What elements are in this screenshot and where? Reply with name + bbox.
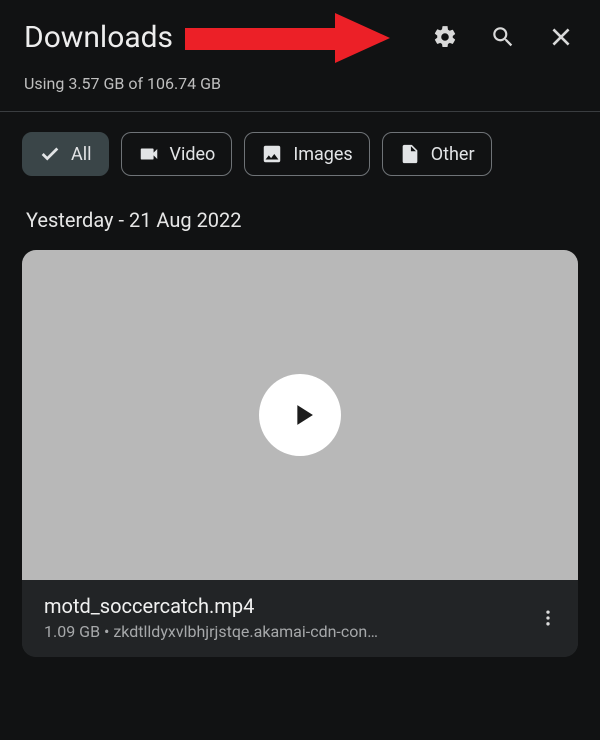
search-icon[interactable]: [484, 18, 522, 56]
storage-usage: Using 3.57 GB of 106.74 GB: [0, 62, 600, 111]
filter-label: All: [71, 144, 92, 165]
filter-other[interactable]: Other: [382, 132, 492, 176]
file-meta: 1.09 GB • zkdtlldyxvlbhjrjstqe.akamai-cd…: [44, 622, 528, 641]
play-button[interactable]: [259, 374, 341, 456]
filter-row: All Video Images Other: [0, 112, 600, 186]
filter-label: Images: [293, 144, 352, 165]
date-section-heading: Yesterday - 21 Aug 2022: [0, 186, 600, 250]
filter-label: Video: [170, 144, 216, 165]
file-icon: [399, 143, 421, 165]
download-card[interactable]: motd_soccercatch.mp4 1.09 GB • zkdtlldyx…: [22, 250, 578, 657]
filter-images[interactable]: Images: [244, 132, 369, 176]
image-icon: [261, 143, 283, 165]
close-icon[interactable]: [542, 18, 580, 56]
page-title: Downloads: [24, 20, 173, 55]
header-bar: Downloads: [0, 0, 600, 62]
video-icon: [138, 143, 160, 165]
more-options-icon[interactable]: [528, 598, 568, 638]
filter-label: Other: [431, 144, 475, 165]
settings-icon[interactable]: [426, 18, 464, 56]
video-thumbnail[interactable]: [22, 250, 578, 580]
file-name: motd_soccercatch.mp4: [44, 594, 528, 618]
check-icon: [39, 143, 61, 165]
card-info-bar: motd_soccercatch.mp4 1.09 GB • zkdtlldyx…: [22, 580, 578, 657]
filter-video[interactable]: Video: [121, 132, 233, 176]
filter-all[interactable]: All: [22, 132, 109, 176]
